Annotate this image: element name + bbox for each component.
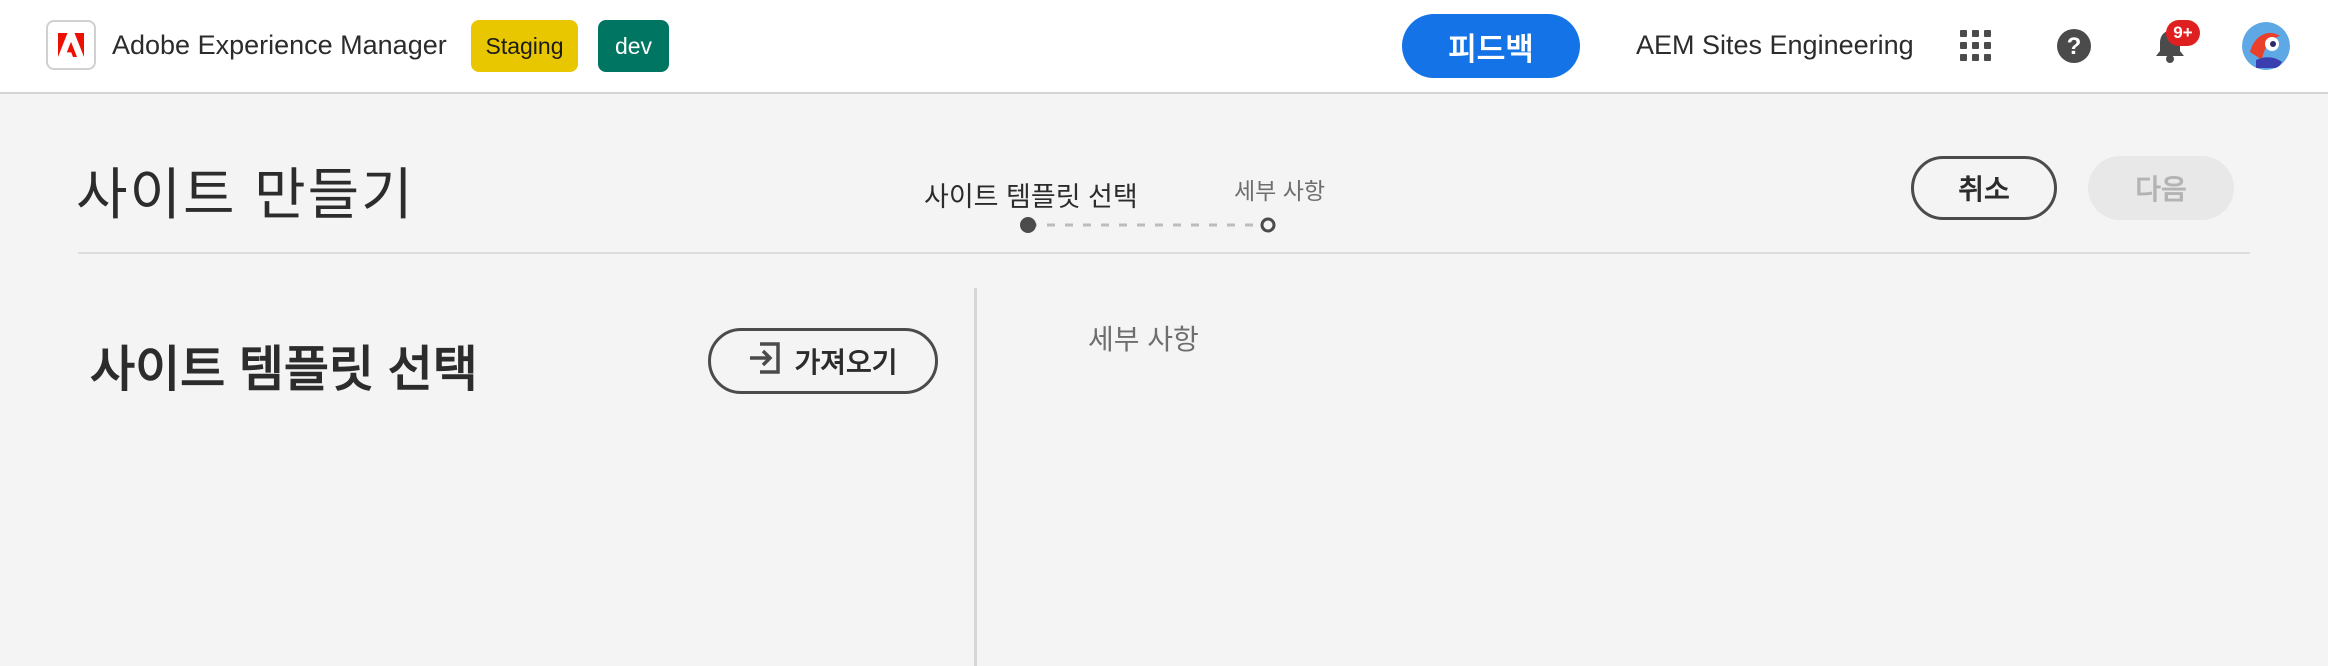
template-panel [0, 254, 974, 666]
org-switcher[interactable]: AEM Sites Engineering [1636, 30, 1914, 61]
step-indicator [1019, 215, 1279, 235]
details-panel-heading: 세부 사항 [1088, 324, 1199, 355]
svg-text:?: ? [2067, 33, 2082, 60]
app-name[interactable]: Adobe Experience Manager [112, 30, 447, 61]
avatar[interactable] [2242, 22, 2290, 70]
feedback-button[interactable]: 피드백 [1402, 14, 1580, 78]
step-label-template: 사이트 템플릿 선택 [924, 182, 1138, 212]
import-button[interactable]: 가져오기 [708, 328, 938, 394]
step-dot-current [1020, 217, 1036, 233]
page-title: 사이트 만들기 [76, 163, 415, 226]
step-dot-upcoming [1260, 217, 1276, 233]
dev-badge: dev [598, 20, 669, 72]
template-panel-heading: 사이트 템플릿 선택 [90, 343, 478, 397]
next-button[interactable]: 다음 [2088, 156, 2234, 220]
top-bar: Adobe Experience Manager Staging dev 피드백… [0, 0, 2328, 94]
notification-count-badge: 9+ [2166, 20, 2200, 46]
panel-divider [974, 288, 977, 666]
staging-badge: Staging [471, 20, 578, 72]
import-icon [748, 341, 782, 382]
import-button-label: 가져오기 [794, 347, 898, 378]
help-icon[interactable]: ? [2048, 20, 2100, 72]
adobe-logo-icon[interactable] [46, 20, 96, 70]
apps-grid-icon[interactable] [1950, 20, 2002, 72]
cancel-button[interactable]: 취소 [1911, 156, 2057, 220]
step-label-details: 세부 사항 [1234, 178, 1326, 204]
